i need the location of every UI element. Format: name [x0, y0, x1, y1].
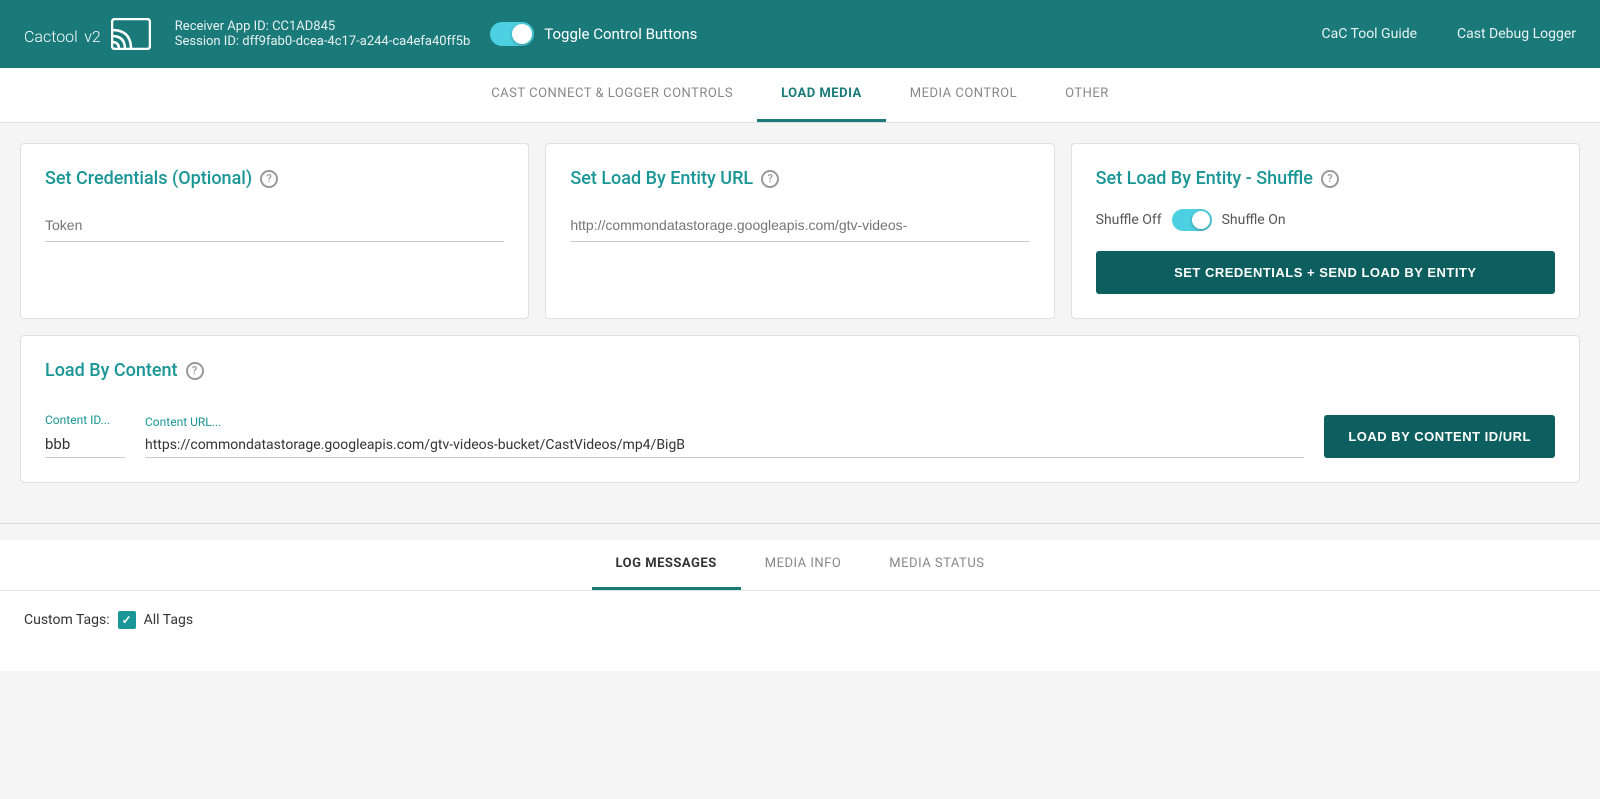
main-tab-bar: CAST CONNECT & LOGGER CONTROLS LOAD MEDI… — [0, 68, 1600, 123]
entity-url-card-title: Set Load By Entity URL ? — [570, 168, 1029, 189]
entity-url-input[interactable] — [570, 209, 1029, 242]
content-id-value[interactable]: bbb — [45, 431, 125, 458]
load-content-card-title: Load By Content ? — [45, 360, 1555, 381]
all-tags-label: All Tags — [144, 612, 193, 628]
load-content-help-icon[interactable]: ? — [186, 362, 204, 380]
tab-other[interactable]: OTHER — [1041, 68, 1133, 122]
toggle-control-label: Toggle Control Buttons — [544, 25, 697, 43]
nav-cast-debug-logger[interactable]: Cast Debug Logger — [1457, 26, 1576, 42]
token-input[interactable] — [45, 209, 504, 242]
entity-url-help-icon[interactable]: ? — [761, 170, 779, 188]
set-credentials-send-load-button[interactable]: SET CREDENTIALS + SEND LOAD BY ENTITY — [1096, 251, 1555, 294]
shuffle-off-label: Shuffle Off — [1096, 212, 1162, 228]
tab-media-info[interactable]: MEDIA INFO — [741, 540, 866, 590]
load-content-button[interactable]: LOAD BY CONTENT ID/URL — [1324, 415, 1555, 458]
toggle-area: Toggle Control Buttons — [490, 22, 697, 46]
tab-load-media[interactable]: LOAD MEDIA — [757, 68, 886, 122]
shuffle-toggle-switch[interactable] — [1172, 209, 1212, 231]
shuffle-on-label: Shuffle On — [1222, 212, 1286, 228]
app-name: Cactool v2 — [24, 19, 101, 49]
content-url-group: Content URL... https://commondatastorage… — [145, 415, 1304, 458]
toggle-control-switch[interactable] — [490, 22, 534, 46]
content-url-label: Content URL... — [145, 415, 1304, 429]
cast-icon — [111, 18, 151, 50]
content-id-label: Content ID... — [45, 413, 125, 427]
content-url-value[interactable]: https://commondatastorage.googleapis.com… — [145, 433, 1304, 458]
entity-shuffle-help-icon[interactable]: ? — [1321, 170, 1339, 188]
tab-media-status[interactable]: MEDIA STATUS — [865, 540, 1008, 590]
logo-area: Cactool v2 — [24, 18, 151, 50]
header-nav: CaC Tool Guide Cast Debug Logger — [1322, 26, 1577, 42]
content-id-group: Content ID... bbb — [45, 413, 125, 458]
credentials-help-icon[interactable]: ? — [260, 170, 278, 188]
app-header: Cactool v2 Receiver App ID: CC1AD845 Ses… — [0, 0, 1600, 68]
top-cards-row: Set Credentials (Optional) ? Set Load By… — [20, 143, 1580, 319]
main-content: Set Credentials (Optional) ? Set Load By… — [0, 123, 1600, 519]
bottom-tab-bar: LOG MESSAGES MEDIA INFO MEDIA STATUS — [0, 540, 1600, 591]
credentials-card-title: Set Credentials (Optional) ? — [45, 168, 504, 189]
bottom-content-area: Custom Tags: All Tags — [0, 591, 1600, 671]
entity-shuffle-card: Set Load By Entity - Shuffle ? Shuffle O… — [1071, 143, 1580, 319]
load-fields-row: Content ID... bbb Content URL... https:/… — [45, 413, 1555, 458]
tab-log-messages[interactable]: LOG MESSAGES — [592, 540, 741, 590]
session-info: Receiver App ID: CC1AD845 Session ID: df… — [175, 19, 470, 49]
entity-url-card: Set Load By Entity URL ? — [545, 143, 1054, 319]
section-divider — [0, 523, 1600, 524]
nav-cac-tool-guide[interactable]: CaC Tool Guide — [1322, 26, 1418, 42]
tab-cast-connect[interactable]: CAST CONNECT & LOGGER CONTROLS — [467, 68, 757, 122]
shuffle-toggle-row: Shuffle Off Shuffle On — [1096, 209, 1555, 231]
tab-media-control[interactable]: MEDIA CONTROL — [886, 68, 1041, 122]
load-content-card: Load By Content ? Content ID... bbb Cont… — [20, 335, 1580, 483]
custom-tags-row: Custom Tags: All Tags — [24, 611, 1576, 629]
session-info-text: Session ID: dff9fab0-dcea-4c17-a244-ca4e… — [175, 34, 470, 49]
credentials-card: Set Credentials (Optional) ? — [20, 143, 529, 319]
all-tags-checkbox[interactable] — [118, 611, 136, 629]
custom-tags-label: Custom Tags: — [24, 612, 110, 628]
receiver-app-info: Receiver App ID: CC1AD845 — [175, 19, 470, 34]
entity-shuffle-card-title: Set Load By Entity - Shuffle ? — [1096, 168, 1555, 189]
